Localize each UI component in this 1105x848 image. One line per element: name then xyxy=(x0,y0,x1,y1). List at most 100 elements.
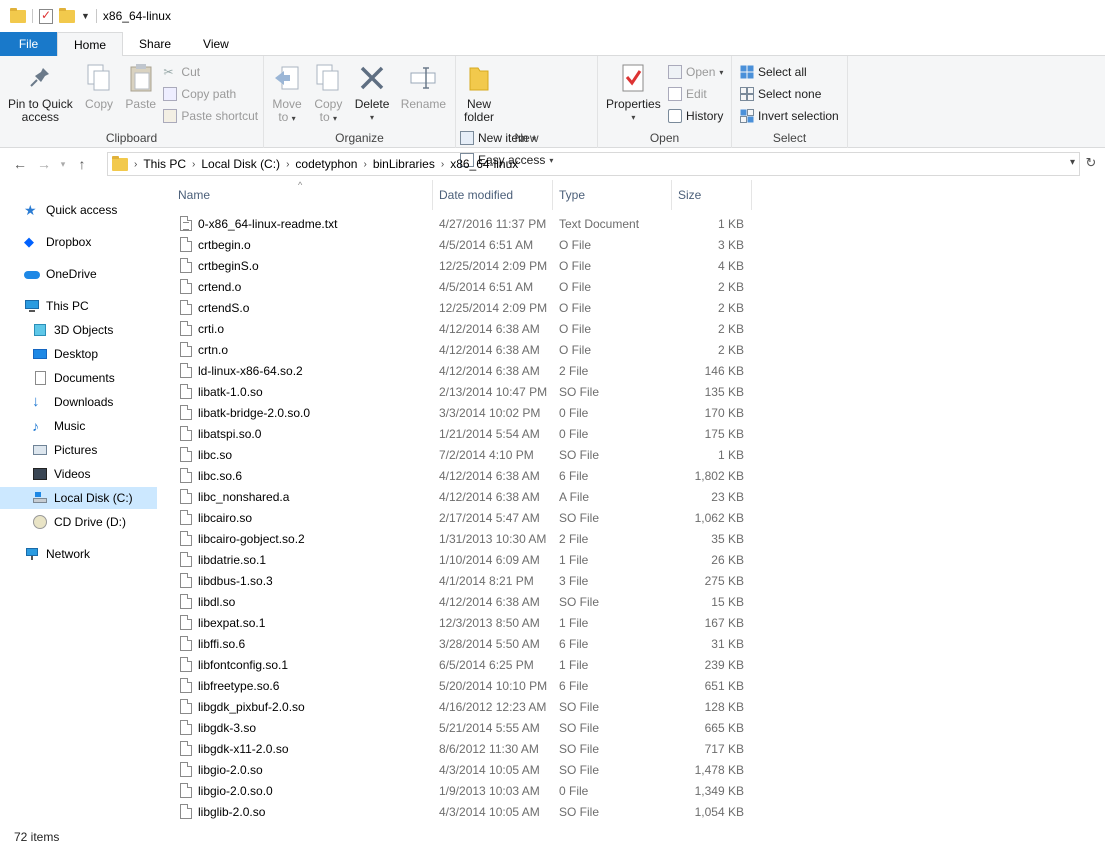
file-row[interactable]: libdatrie.so.1 1/10/2014 6:09 AM 1 File 26 … xyxy=(176,549,752,570)
delete-button[interactable]: Delete ▾ xyxy=(351,60,394,126)
copy-button[interactable]: Copy xyxy=(80,60,118,113)
file-row[interactable]: libdbus-1.so.3 4/1/2014 8:21 PM 3 File 275 … xyxy=(176,570,752,591)
file-row[interactable]: ld-linux-x86-64.so.2 4/12/2014 6:38 AM 2 F… xyxy=(176,360,752,381)
tab-view[interactable]: View xyxy=(187,32,245,56)
file-row[interactable]: libgio-2.0.so 4/3/2014 10:05 AM SO File 1,4… xyxy=(176,759,752,780)
sidebar-item-local-disk[interactable]: Local Disk (C:) xyxy=(0,487,157,509)
sidebar-item-dropbox[interactable]: ◆ Dropbox xyxy=(24,231,91,253)
select-all-button[interactable]: Select all xyxy=(740,64,839,80)
new-folder-button[interactable]: New folder xyxy=(460,60,498,126)
file-icon xyxy=(180,720,192,735)
column-header-size[interactable]: Size xyxy=(672,180,752,210)
file-row[interactable]: 0-x86_64-linux-readme.txt 4/27/2016 11:37… xyxy=(176,213,752,234)
file-row[interactable]: libc_nonshared.a 4/12/2014 6:38 AM A File 2… xyxy=(176,486,752,507)
file-row[interactable]: libgdk_pixbuf-2.0.so 4/16/2012 12:23 AM SO… xyxy=(176,696,752,717)
sidebar-item-pictures[interactable]: Pictures xyxy=(32,439,97,461)
copy-path-button[interactable]: Copy path xyxy=(163,86,258,102)
recent-locations-chevron-down-icon[interactable]: ▾ xyxy=(56,159,70,170)
file-row[interactable]: libatspi.so.0 1/21/2014 5:54 AM 0 File 175 … xyxy=(176,423,752,444)
edit-button[interactable]: Edit xyxy=(668,86,723,102)
invert-selection-button[interactable]: Invert selection xyxy=(740,108,839,124)
file-date-modified: 4/27/2016 11:37 PM xyxy=(439,216,547,231)
paste-shortcut-button[interactable]: Paste shortcut xyxy=(163,108,258,124)
file-row[interactable]: libatk-bridge-2.0.so.0 3/3/2014 10:02 PM 0… xyxy=(176,402,752,423)
file-row[interactable]: crtbegin.o 4/5/2014 6:51 AM O File 3 KB xyxy=(176,234,752,255)
properties-button[interactable]: Properties ▾ xyxy=(602,60,665,126)
tab-file[interactable]: File xyxy=(0,32,57,56)
address-history-chevron-down-icon[interactable]: ▾ xyxy=(1070,157,1075,168)
new-group-label: New xyxy=(514,131,539,145)
paste-button[interactable]: Paste xyxy=(121,60,160,113)
file-row[interactable]: crtn.o 4/12/2014 6:38 AM O File 2 KB xyxy=(176,339,752,360)
file-name: crti.o xyxy=(198,321,225,336)
sidebar-item-downloads[interactable]: ↓ Downloads xyxy=(32,391,113,413)
sidebar-item-documents[interactable]: Documents xyxy=(32,367,115,389)
file-type: SO File xyxy=(559,720,600,735)
sidebar-item-label: Downloads xyxy=(54,395,114,409)
address-bar[interactable]: › This PC › Local Disk (C:) › codetyphon… xyxy=(107,152,1080,176)
tab-share[interactable]: Share xyxy=(123,32,187,56)
pin-to-quick-access-button[interactable]: Pin to Quick access xyxy=(4,60,77,126)
file-size: 1 KB xyxy=(717,447,744,462)
file-row[interactable]: libcairo-gobject.so.2 1/31/2013 10:30 AM 2… xyxy=(176,528,752,549)
file-date-modified: 1/9/2013 10:03 AM xyxy=(439,783,540,798)
sidebar-item-network[interactable]: Network xyxy=(24,543,90,565)
file-row[interactable]: libc.so.6 4/12/2014 6:38 AM 6 File 1,802 KB xyxy=(176,465,752,486)
file-row[interactable]: crtend.o 4/5/2014 6:51 AM O File 2 KB xyxy=(176,276,752,297)
sidebar-item-desktop[interactable]: Desktop xyxy=(32,343,98,365)
file-name: crtbegin.o xyxy=(198,237,251,252)
sidebar-item-3d-objects[interactable]: 3D Objects xyxy=(32,319,113,341)
refresh-icon[interactable]: ↻ xyxy=(1082,155,1100,173)
file-row[interactable]: libexpat.so.1 12/3/2013 8:50 AM 1 File 167 … xyxy=(176,612,752,633)
open-button[interactable]: Open ▾ xyxy=(668,64,723,80)
customize-toolbar-chevron-icon[interactable]: ▼ xyxy=(81,11,90,21)
file-row[interactable]: libdl.so 4/12/2014 6:38 AM SO File 15 KB xyxy=(176,591,752,612)
sidebar-item-videos[interactable]: Videos xyxy=(32,463,90,485)
file-size: 23 KB xyxy=(711,489,744,504)
file-row[interactable]: libffi.so.6 3/28/2014 5:50 AM 6 File 31 KB xyxy=(176,633,752,654)
forward-arrow-icon[interactable]: → xyxy=(32,156,56,172)
file-row[interactable]: libglib-2.0.so 4/3/2014 10:05 AM SO File 1,… xyxy=(176,801,752,822)
move-to-button[interactable]: Move to ▾ xyxy=(268,60,306,127)
sidebar-item-quick-access[interactable]: ★ Quick access xyxy=(24,199,117,221)
breadcrumb-local-disk[interactable]: Local Disk (C:) xyxy=(195,157,286,171)
select-none-button[interactable]: Select none xyxy=(740,86,839,102)
column-header-date-modified[interactable]: Date modified xyxy=(433,180,553,210)
cut-button[interactable]: ✂ Cut xyxy=(163,64,258,80)
column-header-type[interactable]: Type xyxy=(553,180,672,210)
tab-home[interactable]: Home xyxy=(57,32,124,57)
file-row[interactable]: libfontconfig.so.1 6/5/2014 6:25 PM 1 File… xyxy=(176,654,752,675)
file-row[interactable]: libgio-2.0.so.0 1/9/2013 10:03 AM 0 File 1,… xyxy=(176,780,752,801)
file-row[interactable]: libfreetype.so.6 5/20/2014 10:10 PM 6 File… xyxy=(176,675,752,696)
breadcrumb-x86-64-linux[interactable]: x86_64-linux xyxy=(444,157,524,171)
sidebar-item-music[interactable]: ♪ Music xyxy=(32,415,85,437)
column-header-name[interactable]: Name xyxy=(160,180,433,210)
new-folder-quick-icon[interactable] xyxy=(59,7,75,23)
file-row[interactable]: crtendS.o 12/25/2014 2:09 PM O File 2 KB xyxy=(176,297,752,318)
properties-quick-icon[interactable] xyxy=(39,8,53,24)
file-row[interactable]: libc.so 7/2/2014 4:10 PM SO File 1 KB xyxy=(176,444,752,465)
file-row[interactable]: libgdk-3.so 5/21/2014 5:55 AM SO File 665 K… xyxy=(176,717,752,738)
video-icon xyxy=(32,466,48,482)
sidebar-item-onedrive[interactable]: OneDrive xyxy=(24,263,97,285)
sidebar-item-this-pc[interactable]: This PC xyxy=(24,295,89,317)
invert-selection-label: Invert selection xyxy=(758,109,839,123)
breadcrumb-this-pc[interactable]: This PC xyxy=(137,157,192,171)
sidebar-item-cd-drive[interactable]: CD Drive (D:) xyxy=(32,511,126,533)
history-button[interactable]: History xyxy=(668,108,723,124)
file-type: SO File xyxy=(559,699,600,714)
file-name: crtendS.o xyxy=(198,300,250,315)
select-all-icon xyxy=(740,65,754,79)
breadcrumb-codetyphon[interactable]: codetyphon xyxy=(289,157,363,171)
file-row[interactable]: libcairo.so 2/17/2014 5:47 AM SO File 1,062… xyxy=(176,507,752,528)
file-row[interactable]: libatk-1.0.so 2/13/2014 10:47 PM SO File 13… xyxy=(176,381,752,402)
copy-to-button[interactable]: Copy to ▾ xyxy=(309,60,347,127)
up-arrow-icon[interactable]: ↑ xyxy=(70,156,94,172)
back-arrow-icon[interactable]: ← xyxy=(8,156,32,172)
file-size: 35 KB xyxy=(711,531,744,546)
rename-button[interactable]: Rename xyxy=(397,60,450,113)
breadcrumb-binlibraries[interactable]: binLibraries xyxy=(367,157,441,171)
file-row[interactable]: libgdk-x11-2.0.so 8/6/2012 11:30 AM SO Fil… xyxy=(176,738,752,759)
file-row[interactable]: crti.o 4/12/2014 6:38 AM O File 2 KB xyxy=(176,318,752,339)
file-row[interactable]: crtbeginS.o 12/25/2014 2:09 PM O File 4 KB xyxy=(176,255,752,276)
